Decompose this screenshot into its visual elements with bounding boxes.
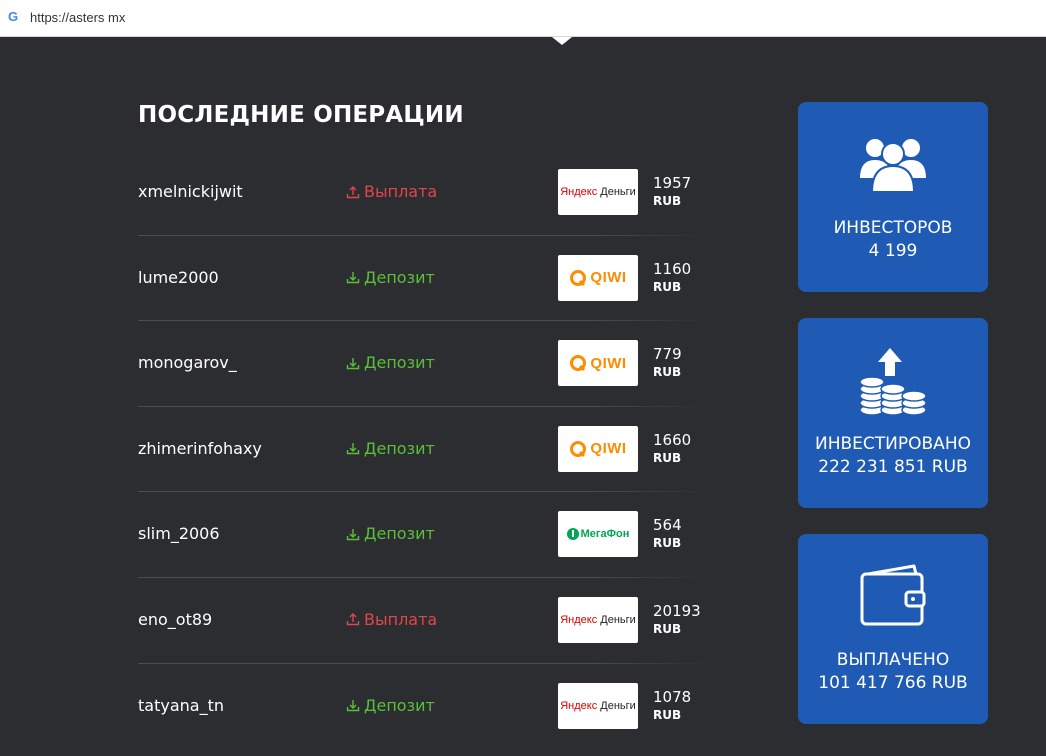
- download-icon: [346, 700, 360, 712]
- stat-value-invested: 222 231 851 RUB: [818, 457, 968, 477]
- stat-label-investors: ИНВЕСТОРОВ: [833, 218, 953, 238]
- operation-row: xmelnickijwit Выплата Яндекс Деньги 1957 RUB: [138, 150, 708, 236]
- operation-amount: 1957 RUB: [653, 174, 691, 210]
- operation-currency: RUB: [653, 279, 682, 294]
- operation-row: tatyana_tn Депозит Яндекс Деньги 1078 RUB: [138, 664, 708, 750]
- operation-type: Депозит: [346, 524, 435, 543]
- qiwi-logo: QIWI: [569, 269, 626, 287]
- operation-amount-value: 1660: [653, 430, 692, 449]
- payment-method-logo: QIWI: [558, 425, 638, 472]
- operation-type: Депозит: [346, 696, 435, 715]
- operation-user: lume2000: [138, 267, 219, 287]
- payment-method-logo: Яндекс Деньги: [558, 169, 638, 215]
- operation-user: tatyana_tn: [138, 695, 224, 715]
- operation-user: slim_2006: [138, 524, 220, 544]
- yandex-money-logo: Яндекс Деньги: [560, 699, 636, 712]
- operation-amount: 1660 RUB: [653, 431, 691, 467]
- operation-type: Выплата: [346, 182, 437, 201]
- stat-value-paid-out: 101 417 766 RUB: [818, 673, 968, 693]
- coins-icon: [859, 348, 927, 416]
- payment-method-logo: QIWI: [558, 254, 638, 301]
- yandex-money-logo: Яндекс Деньги: [560, 613, 636, 626]
- qiwi-icon: [570, 355, 587, 372]
- operations-list: xmelnickijwit Выплата Яндекс Деньги 1957 RUB…: [138, 150, 708, 749]
- operation-amount-value: 564: [653, 516, 682, 535]
- operation-type: Депозит: [346, 353, 435, 372]
- payment-method-logo: Яндекс Деньги: [558, 682, 638, 729]
- operation-amount: 1160 RUB: [653, 260, 691, 296]
- operation-amount: 1078 RUB: [653, 688, 691, 724]
- qiwi-logo: QIWI: [569, 354, 626, 372]
- operation-row: lume2000 Депозит QIWI 1160 RUB: [138, 236, 708, 322]
- upload-icon: [346, 613, 360, 626]
- qiwi-icon: [570, 269, 587, 286]
- operation-row: slim_2006 Депозит МегаФон 564 RUB: [138, 492, 708, 578]
- operation-amount-value: 1957: [653, 174, 692, 192]
- qiwi-logo: QIWI: [569, 440, 626, 458]
- download-icon: [346, 357, 360, 369]
- operation-currency: RUB: [653, 194, 682, 208]
- operation-currency: RUB: [653, 536, 682, 551]
- operation-type-label: Выплата: [364, 182, 438, 201]
- upload-icon: [346, 185, 360, 198]
- operation-row: monogarov_ Депозит QIWI 779 RUB: [138, 321, 708, 407]
- stat-card-invested: ИНВЕСТИРОВАНО 222 231 851 RUB: [798, 318, 988, 508]
- operation-type-label: Депозит: [364, 353, 435, 373]
- operation-currency: RUB: [653, 450, 682, 465]
- payment-method-logo: МегаФон: [558, 511, 638, 558]
- operation-amount: 779 RUB: [653, 345, 682, 381]
- yandex-money-logo: Яндекс Деньги: [560, 186, 636, 198]
- operation-type-label: Депозит: [364, 438, 435, 458]
- operation-amount-value: 779: [653, 345, 682, 364]
- megafon-logo: МегаФон: [566, 528, 629, 541]
- operation-type-label: Выплата: [364, 609, 438, 629]
- operation-amount: 564 RUB: [653, 516, 682, 552]
- payment-method-logo: Яндекс Деньги: [558, 596, 638, 643]
- operation-type-label: Депозит: [364, 695, 435, 715]
- download-icon: [346, 528, 360, 541]
- download-icon: [346, 272, 360, 284]
- operation-type-label: Депозит: [364, 267, 435, 287]
- operation-amount-value: 1078: [653, 687, 692, 706]
- operation-type: Депозит: [346, 439, 435, 458]
- qiwi-icon: [570, 440, 587, 457]
- operation-type: Выплата: [346, 610, 437, 629]
- operation-currency: RUB: [653, 621, 682, 636]
- section-title: ПОСЛЕДНИЕ ОПЕРАЦИИ: [138, 102, 464, 128]
- stat-card-investors: ИНВЕСТОРОВ 4 199: [798, 102, 988, 292]
- payment-method-logo: QIWI: [558, 340, 638, 387]
- operation-type: Депозит: [346, 268, 435, 287]
- dropdown-caret: [552, 37, 572, 45]
- stat-label-invested: ИНВЕСТИРОВАНО: [815, 434, 971, 454]
- operation-user: zhimerinfohaxy: [138, 438, 262, 458]
- operation-user: eno_ot89: [138, 609, 213, 629]
- operation-user: xmelnickijwit: [138, 182, 243, 201]
- megafon-icon: [566, 528, 579, 541]
- stat-card-paid-out: ВЫПЛАЧЕНО 101 417 766 RUB: [798, 534, 988, 724]
- users-icon: [860, 139, 926, 193]
- operation-currency: RUB: [653, 707, 682, 722]
- operation-type-label: Депозит: [364, 524, 435, 544]
- wallet-icon: [860, 564, 926, 626]
- operation-amount: 20193 RUB: [653, 602, 701, 638]
- stat-label-paid-out: ВЫПЛАЧЕНО: [836, 650, 950, 670]
- operation-row: zhimerinfohaxy Депозит QIWI 1660 RUB: [138, 407, 708, 493]
- operation-currency: RUB: [653, 365, 682, 380]
- stat-value-investors: 4 199: [868, 241, 918, 261]
- download-icon: [346, 443, 360, 455]
- operation-amount-value: 1160: [653, 259, 692, 278]
- url-text[interactable]: https://asters mx: [30, 10, 125, 25]
- operation-row: eno_ot89 Выплата Яндекс Деньги 20193 RUB: [138, 578, 708, 664]
- browser-address-bar[interactable]: G https://asters mx: [0, 0, 1046, 37]
- operation-user: monogarov_: [138, 353, 237, 373]
- google-g-icon: G: [8, 9, 19, 24]
- operation-amount-value: 20193: [653, 601, 701, 620]
